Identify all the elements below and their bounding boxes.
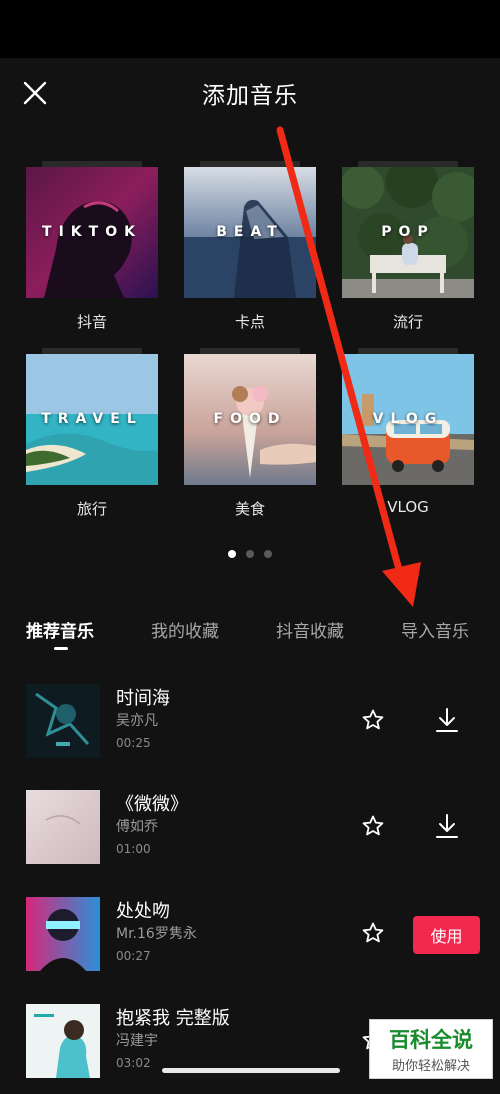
tab-favorites[interactable]: 我的收藏: [151, 617, 219, 642]
song-artist: 冯建宇: [116, 1033, 158, 1049]
category-art: POP: [342, 167, 474, 298]
star-icon: [362, 922, 384, 943]
song-duration: 00:27: [116, 949, 151, 963]
category-label: 旅行: [76, 500, 107, 518]
song-cover: [26, 897, 100, 971]
status-bar: [0, 0, 500, 58]
favorite-button[interactable]: [361, 921, 385, 945]
download-button[interactable]: [434, 812, 460, 840]
category-art: FOOD: [184, 354, 316, 485]
home-indicator[interactable]: [162, 1068, 340, 1073]
page-dot-3[interactable]: [264, 550, 272, 558]
category-label: VLOG: [387, 498, 429, 516]
music-tabs: 推荐音乐 我的收藏 抖音收藏 导入音乐: [0, 617, 500, 657]
category-art: TRAVEL: [26, 354, 158, 485]
song-title: 抱紧我 完整版: [116, 1008, 230, 1029]
category-label: 美食: [234, 500, 265, 518]
category-label: 流行: [392, 313, 423, 331]
watermark-main: 百科全说: [389, 1028, 473, 1052]
star-icon: [362, 709, 384, 730]
song-item[interactable]: 时间海 吴亦凡 00:25: [0, 684, 500, 774]
page-title: 添加音乐: [202, 83, 298, 109]
category-label-en: VLOG: [372, 411, 444, 427]
song-title: 时间海: [116, 688, 170, 709]
favorite-button[interactable]: [361, 814, 385, 838]
header: 添加音乐: [0, 58, 500, 128]
category-label-en: BEAT: [216, 224, 284, 240]
song-artist: 吴亦凡: [116, 713, 158, 729]
song-duration: 01:00: [116, 842, 151, 856]
tab-import-music[interactable]: 导入音乐: [401, 617, 469, 642]
watermark-logo: 百科全说 助你轻松解决: [369, 1019, 493, 1079]
category-art: TIKTOK: [26, 167, 158, 298]
category-art: BEAT: [184, 167, 316, 298]
use-button[interactable]: 使用: [413, 916, 480, 954]
category-label-en: TIKTOK: [42, 224, 142, 240]
download-button[interactable]: [434, 706, 460, 734]
song-title: 处处吻: [116, 901, 170, 922]
song-item[interactable]: 《微微》 傅如乔 01:00: [0, 790, 500, 880]
song-artist: 傅如乔: [116, 819, 158, 835]
category-label-en: TRAVEL: [41, 411, 143, 427]
tab-indicator: [54, 647, 68, 650]
page-dot-1[interactable]: [228, 550, 236, 558]
song-cover: [26, 1004, 100, 1078]
song-duration: 03:02: [116, 1056, 151, 1070]
song-title: 《微微》: [116, 794, 188, 815]
download-icon: [436, 708, 458, 732]
page-dot-2[interactable]: [246, 550, 254, 558]
category-label-en: FOOD: [213, 411, 287, 427]
download-icon: [436, 814, 458, 838]
favorite-button[interactable]: [361, 708, 385, 732]
tab-douyin-favorites[interactable]: 抖音收藏: [276, 617, 344, 642]
song-artist: Mr.16罗隽永: [116, 926, 197, 942]
tab-recommended[interactable]: 推荐音乐: [26, 617, 94, 642]
category-label: 卡点: [234, 313, 265, 331]
song-item[interactable]: 处处吻 Mr.16罗隽永 00:27 使用: [0, 897, 500, 987]
watermark-sub: 助你轻松解决: [391, 1059, 470, 1074]
category-art: VLOG: [342, 354, 474, 485]
page-indicator: [0, 543, 500, 562]
category-label: 抖音: [76, 313, 107, 331]
song-cover: [26, 790, 100, 864]
song-duration: 00:25: [116, 736, 151, 750]
category-label-en: POP: [381, 224, 435, 240]
song-cover: [26, 684, 100, 758]
star-icon: [362, 815, 384, 836]
